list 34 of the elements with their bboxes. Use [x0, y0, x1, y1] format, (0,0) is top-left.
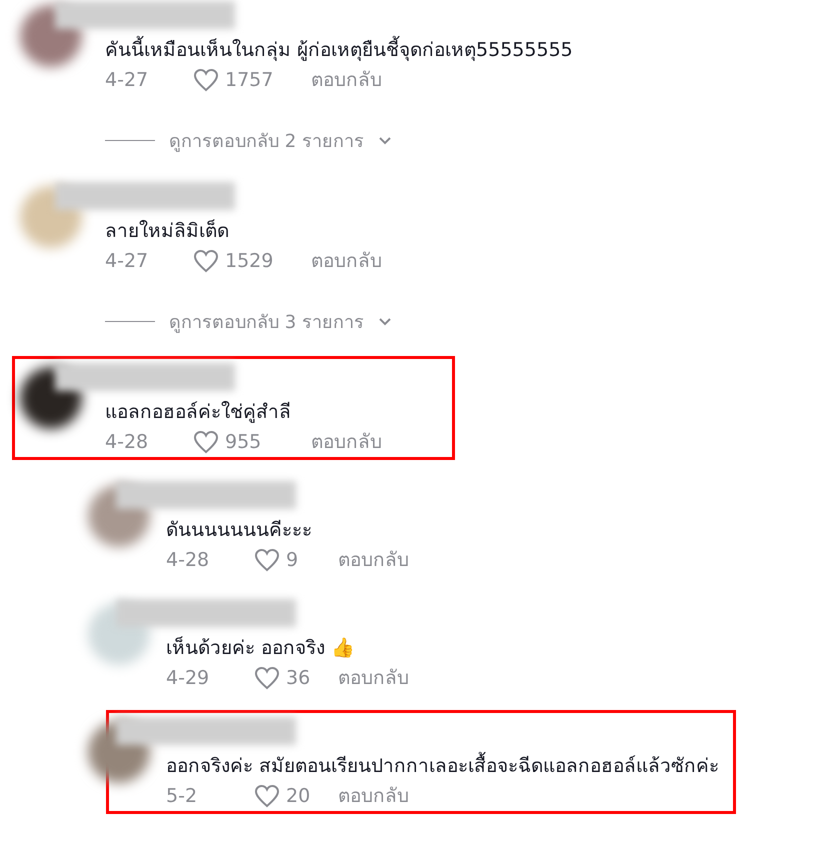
comment-date: 4-29: [166, 666, 210, 691]
heart-icon: [193, 430, 219, 454]
comment-date: 4-27: [105, 249, 150, 274]
comment-text: ดันนนนนนนคีะะะ: [166, 518, 313, 543]
comment-text: ลายใหม่ลิมิเต็ด: [105, 218, 230, 244]
like-button[interactable]: 9: [254, 545, 338, 575]
heart-icon: [254, 548, 280, 572]
reply-link[interactable]: ตอบกลับ: [311, 65, 382, 95]
caret-icon[interactable]: [378, 136, 392, 146]
comment-date: 4-28: [105, 430, 150, 455]
like-button[interactable]: 36: [254, 663, 338, 693]
reply-link[interactable]: ตอบกลับ: [338, 545, 409, 575]
reply-link[interactable]: ตอบกลับ: [311, 427, 382, 457]
comment-date: 4-27: [105, 68, 150, 93]
reply-link[interactable]: ตอบกลับ: [338, 663, 409, 693]
comment-text: คันนี้เหมือนเห็นในกลุ่ม ผู้ก่อเหตุยืนชี้จุดก่อเหตุ55555555: [105, 35, 573, 65]
like-button[interactable]: 1757: [193, 65, 311, 95]
heart-icon: [254, 784, 280, 808]
comment-date: 4-28: [166, 548, 210, 573]
view-replies-link[interactable]: ดูการตอบกลับ 3 รายการ: [169, 307, 364, 336]
comment-text: แอลกอฮอล์ค่ะใช่คู่สำลี: [105, 400, 292, 425]
comment-text: เห็นด้วยค่ะ ออกจริง 👍: [166, 635, 356, 661]
comment-text: ออกจริงค่ะ สมัยตอนเรียนปากกาเลอะเสื้อจะฉีดแอลกอฮอล์แล้วซักค่ะ: [166, 751, 720, 781]
caret-icon[interactable]: [378, 316, 392, 326]
heart-icon: [254, 666, 280, 690]
reply-link[interactable]: ตอบกลับ: [311, 246, 382, 276]
like-button[interactable]: 955: [193, 427, 311, 457]
like-button[interactable]: 20: [254, 781, 338, 811]
comment-date: 5-2: [166, 784, 198, 809]
reply-link[interactable]: ตอบกลับ: [338, 781, 409, 811]
heart-icon: [193, 68, 219, 92]
heart-icon: [193, 249, 219, 273]
view-replies-link[interactable]: ดูการตอบกลับ 2 รายการ: [169, 126, 364, 155]
like-button[interactable]: 1529: [193, 246, 311, 276]
